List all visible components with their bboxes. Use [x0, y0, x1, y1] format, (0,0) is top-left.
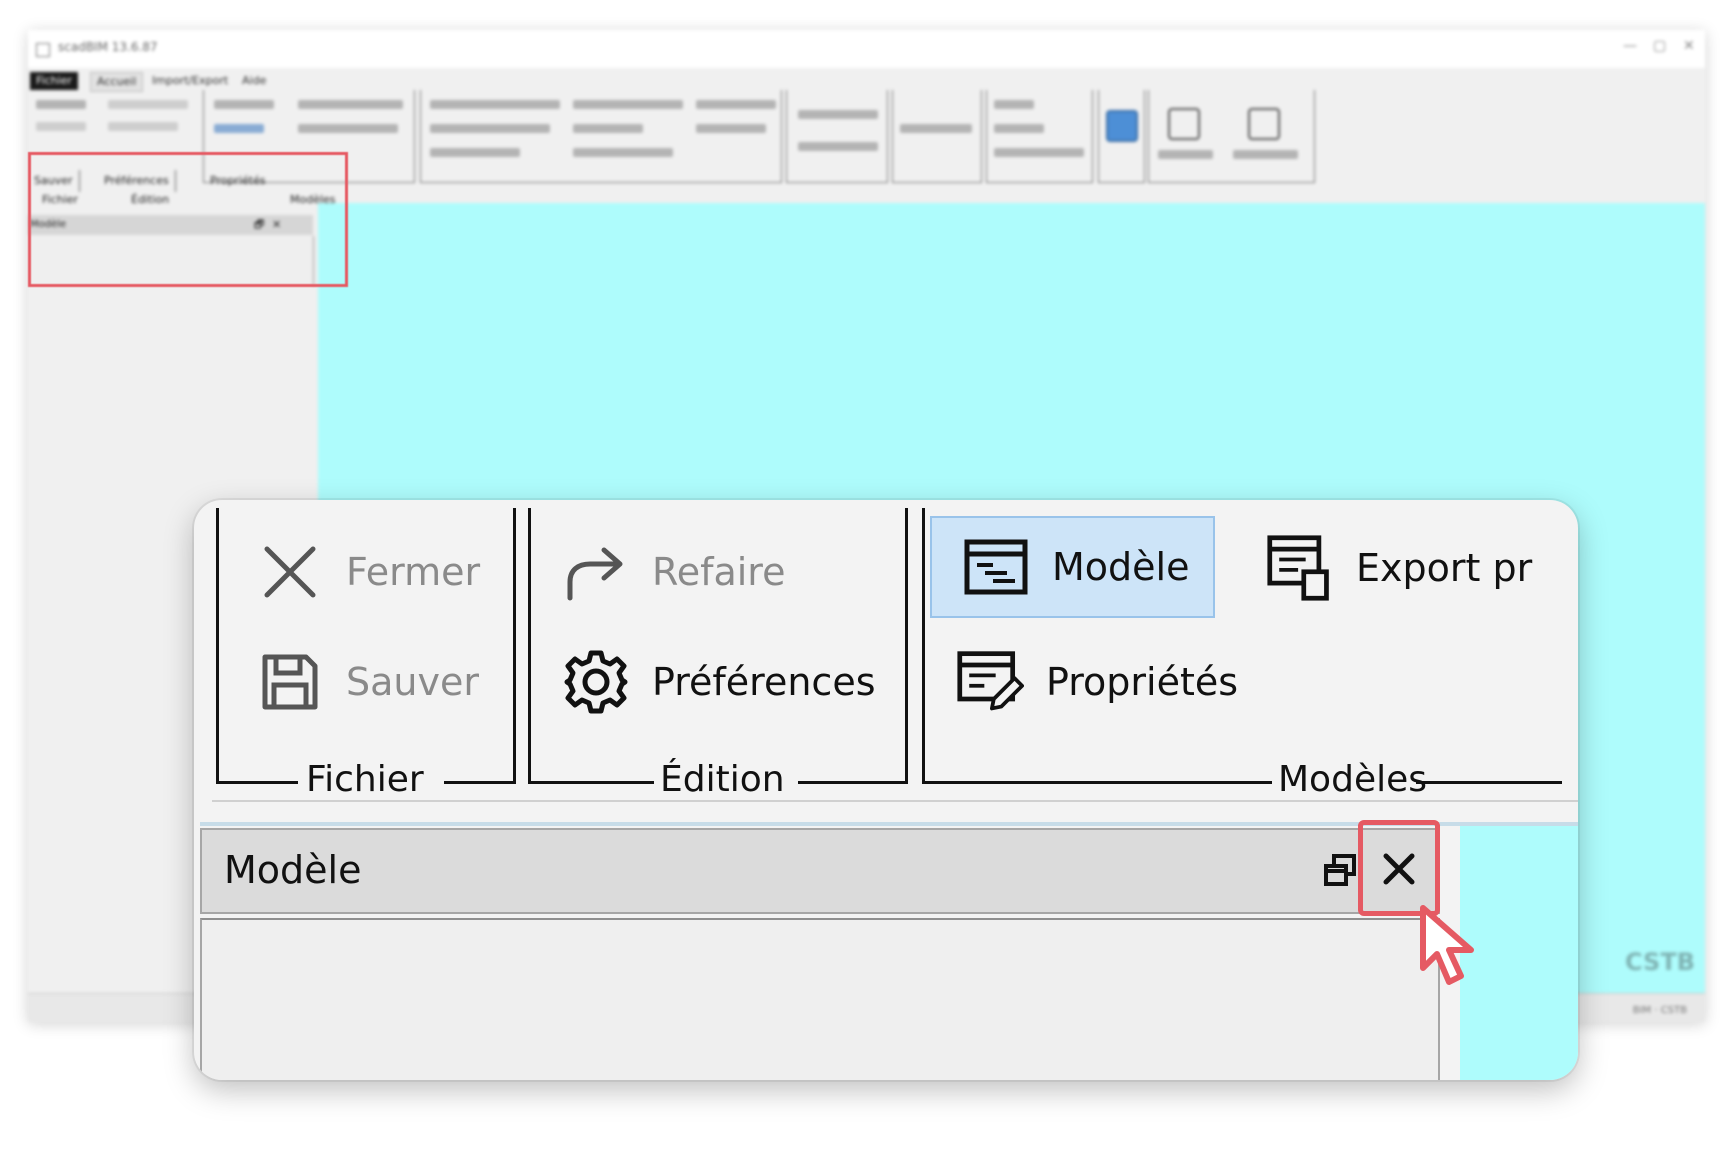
- menu-fichier[interactable]: Fichier: [30, 72, 78, 90]
- model-dock-panel: Modèle: [200, 822, 1578, 1080]
- ribbon-group-modeles: Modèles Modèle Export pr Propriétés: [922, 508, 1562, 800]
- cstb-logo: CSTB: [1624, 948, 1695, 976]
- zoom-callout: Fichier Fermer Sauver Édition Refaire Pr…: [194, 500, 1578, 1080]
- model-icon: [962, 533, 1030, 601]
- highlight-box-overview: [28, 152, 348, 287]
- ribbon-group-edition: Édition Refaire Préférences: [528, 508, 908, 800]
- fermer-label: Fermer: [346, 550, 481, 594]
- refaire-label: Refaire: [652, 550, 786, 594]
- export-icon: [1266, 534, 1334, 602]
- menu-aide[interactable]: Aide: [236, 72, 272, 90]
- menu-bar: Fichier Accueil Import/Export Aide: [28, 68, 1705, 92]
- menu-accueil[interactable]: Accueil: [90, 72, 144, 92]
- app-icon: [36, 43, 50, 57]
- group-label-modeles: Modèles: [1278, 759, 1427, 800]
- export-button[interactable]: Export pr: [1266, 534, 1532, 602]
- save-icon: [256, 648, 324, 716]
- ribbon-group-fichier: Fichier Fermer Sauver: [216, 508, 516, 800]
- ribbon-group-verification: [786, 90, 888, 183]
- window-close-button[interactable]: ✕: [1683, 38, 1695, 54]
- title-bar: scadBIM 13.6.87 — ▢ ✕: [28, 30, 1705, 68]
- status-text: BIM · CSTB: [1632, 1005, 1687, 1016]
- redo-icon: [562, 538, 630, 606]
- preferences-button[interactable]: Préférences: [562, 648, 876, 716]
- model-panel-title: Modèle: [224, 848, 362, 892]
- menu-import-export[interactable]: Import/Export: [146, 72, 234, 90]
- sauver-button[interactable]: Sauver: [256, 648, 479, 716]
- ribbon-group-selection: [892, 90, 982, 183]
- minimize-button[interactable]: —: [1623, 38, 1637, 54]
- preferences-label: Préférences: [652, 660, 876, 704]
- zoomed-ribbon: Fichier Fermer Sauver Édition Refaire Pr…: [194, 500, 1578, 815]
- modele-button[interactable]: Modèle: [930, 516, 1216, 618]
- window-title: scadBIM 13.6.87: [58, 40, 158, 54]
- proprietes-button[interactable]: Propriétés: [956, 648, 1238, 716]
- model-panel-body: [200, 918, 1440, 1080]
- export-label: Export pr: [1356, 546, 1533, 590]
- fermer-button[interactable]: Fermer: [256, 538, 480, 606]
- restore-icon[interactable]: [1318, 848, 1362, 892]
- sauver-label: Sauver: [346, 660, 479, 704]
- properties-icon: [956, 648, 1024, 716]
- close-icon: [256, 538, 324, 606]
- cursor-icon: [1419, 904, 1483, 992]
- maximize-button[interactable]: ▢: [1653, 38, 1666, 54]
- group-label-fichier: Fichier: [306, 759, 424, 800]
- gear-icon: [562, 648, 630, 716]
- ribbon-bottom-border: [212, 800, 1578, 802]
- model-panel-header: Modèle: [200, 828, 1440, 914]
- highlight-box-close-button: [1358, 820, 1440, 916]
- proprietes-label: Propriétés: [1046, 660, 1239, 704]
- group-label-edition: Édition: [660, 759, 785, 800]
- modele-label: Modèle: [1052, 545, 1190, 589]
- refaire-button[interactable]: Refaire: [562, 538, 785, 606]
